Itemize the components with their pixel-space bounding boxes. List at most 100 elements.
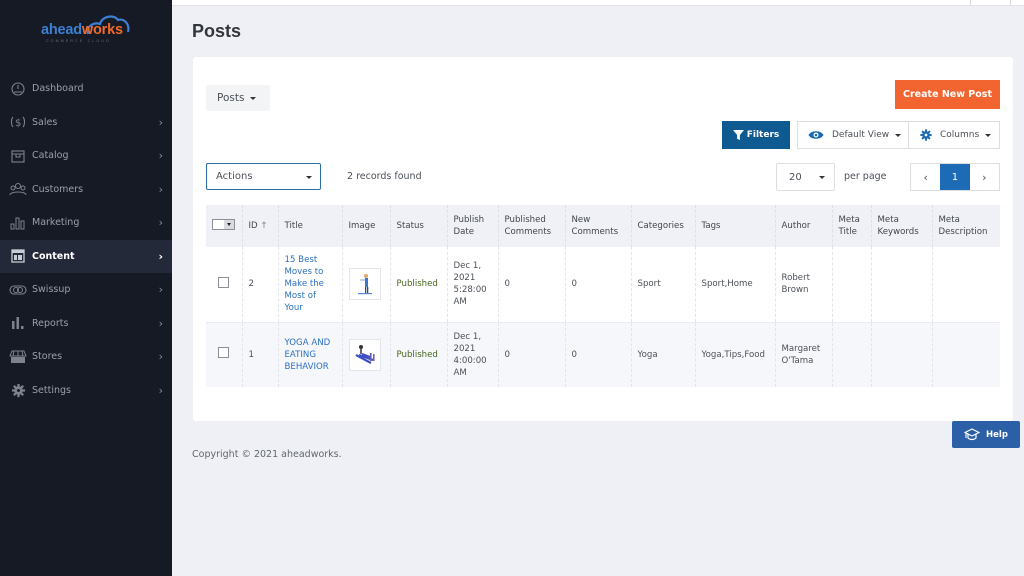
chevron-right-icon: › xyxy=(158,316,163,330)
sidebar-item-dashboard[interactable]: Dashboard xyxy=(0,72,172,106)
dollar-icon: $ xyxy=(9,113,27,131)
chevron-right-icon: › xyxy=(158,115,163,129)
cell-new-comments: 0 xyxy=(564,247,631,322)
filters-button[interactable]: Filters xyxy=(722,121,790,149)
column-header-published-comments[interactable]: Published Comments xyxy=(497,205,565,247)
pagination: ‹ 1 › xyxy=(910,163,1000,191)
mass-actions-dropdown[interactable]: Actions xyxy=(206,163,321,190)
cell-tags: Sport,Home xyxy=(694,247,775,322)
header-divider xyxy=(1010,0,1011,5)
sidebar-item-label: Swissup xyxy=(32,284,71,296)
sidebar-item-label: Marketing xyxy=(32,217,80,229)
mass-select-checkbox[interactable] xyxy=(212,219,235,230)
post-title-link[interactable]: YOGA AND EATING BEHAVIOR xyxy=(285,338,331,372)
sidebar-item-content[interactable]: Content › xyxy=(0,239,172,273)
cell-author: Margaret O'Tama xyxy=(774,321,832,387)
caret-down-icon xyxy=(985,133,992,137)
table-row[interactable]: 2 15 Best Moves to Make the Most of Your… xyxy=(206,247,1000,322)
previous-page-button[interactable]: ‹ xyxy=(911,164,940,190)
sidebar-item-customers[interactable]: Customers › xyxy=(0,173,172,207)
row-select-checkbox[interactable] xyxy=(218,276,230,288)
eye-icon xyxy=(808,131,824,139)
posts-grid-card: Posts Create New Post Filters Default Vi… xyxy=(193,57,1013,421)
per-page-select[interactable]: 20 xyxy=(776,163,835,191)
table-row[interactable]: 1 YOGA AND EATING BEHAVIOR Published Dec… xyxy=(206,321,1000,387)
sidebar-item-settings[interactable]: Settings › xyxy=(0,374,172,408)
copyright-text: Copyright © 2021 aheadworks. xyxy=(192,449,342,460)
sidebar-item-label: Sales xyxy=(32,116,58,128)
column-header-image[interactable]: Image xyxy=(341,205,390,247)
column-header-author[interactable]: Author xyxy=(774,205,832,247)
grid-view-controls: Default View Columns xyxy=(797,121,1000,149)
chevron-right-icon: › xyxy=(158,283,163,296)
store-icon xyxy=(9,348,27,366)
columns-dropdown[interactable]: Columns xyxy=(909,122,999,148)
chevron-right-icon: › xyxy=(158,182,163,196)
sidebar-item-label: Reports xyxy=(32,317,69,329)
cell-new-comments: 0 xyxy=(564,321,631,387)
next-page-button[interactable]: › xyxy=(970,164,999,190)
current-page-input[interactable]: 1 xyxy=(940,164,970,190)
help-button[interactable]: Help xyxy=(952,421,1020,448)
column-header-new-comments[interactable]: New Comments xyxy=(564,205,631,247)
graduation-cap-icon xyxy=(964,428,981,441)
records-found-count: 2 records found xyxy=(347,171,422,182)
column-header-title[interactable]: Title xyxy=(277,205,342,247)
cell-id: 2 xyxy=(241,247,278,322)
filter-icon xyxy=(732,129,744,140)
column-header-status[interactable]: Status xyxy=(389,205,447,247)
layout-icon xyxy=(9,247,27,265)
cell-author: Robert Brown xyxy=(774,247,832,322)
sidebar-item-marketing[interactable]: Marketing › xyxy=(0,206,172,240)
column-header-meta-title[interactable]: Meta Title xyxy=(831,205,871,247)
cell-meta-title xyxy=(831,247,871,322)
post-title-link[interactable]: 15 Best Moves to Make the Most of Your xyxy=(285,255,324,313)
box-icon xyxy=(9,147,27,165)
column-header-meta-description[interactable]: Meta Description xyxy=(931,205,1000,247)
default-view-dropdown[interactable]: Default View xyxy=(798,122,909,148)
cell-publish-date: Dec 1, 2021 4:00:00 AM xyxy=(446,321,498,387)
sidebar-item-label: Stores xyxy=(32,351,63,363)
yoga-thumbnail-image xyxy=(348,338,381,371)
row-select-checkbox[interactable] xyxy=(218,347,230,359)
top-header-bar xyxy=(172,0,1024,6)
caret-down-icon xyxy=(819,176,825,179)
sidebar-item-catalog[interactable]: Catalog › xyxy=(0,139,172,173)
status-badge: Published xyxy=(396,349,438,360)
chevron-right-icon: › xyxy=(158,350,163,363)
per-page-label: per page xyxy=(844,171,887,182)
sidebar-item-label: Customers xyxy=(32,183,84,195)
chevron-right-icon: › xyxy=(158,216,163,229)
svg-text:$: $ xyxy=(15,118,21,129)
header-divider xyxy=(970,0,971,5)
cell-meta-keywords xyxy=(870,321,932,387)
create-new-post-button[interactable]: Create New Post xyxy=(895,80,1000,109)
column-header-categories[interactable]: Categories xyxy=(630,205,695,247)
caret-down-icon xyxy=(250,96,257,100)
sidebar-item-reports[interactable]: Reports › xyxy=(0,307,172,341)
column-header-meta-keywords[interactable]: Meta Keywords xyxy=(870,205,932,247)
fitness-thumbnail-image xyxy=(348,268,381,301)
cell-categories: Sport xyxy=(630,247,695,322)
aheadworks-logo[interactable]: aheadworks COMMERCE CLOUD xyxy=(40,12,132,43)
brand-name: aheadworks xyxy=(41,22,123,38)
caret-down-icon xyxy=(224,220,234,229)
mass-select-header xyxy=(206,205,242,247)
cell-tags: Yoga,Tips,Food xyxy=(694,321,775,387)
gear-icon xyxy=(920,129,932,141)
cell-meta-description xyxy=(931,321,1000,387)
column-header-id[interactable]: ID ↑ xyxy=(241,205,278,247)
cell-meta-title xyxy=(831,321,871,387)
table-header-row: ID ↑ Title Image Status Publish Date Pub… xyxy=(206,205,1000,247)
sidebar-item-swissup[interactable]: Swissup › xyxy=(0,273,172,307)
cell-published-comments: 0 xyxy=(497,321,565,387)
cell-categories: Yoga xyxy=(630,321,695,387)
reports-icon xyxy=(9,314,27,332)
cell-publish-date: Dec 1, 2021 5:28:00 AM xyxy=(446,247,498,322)
column-header-tags[interactable]: Tags xyxy=(694,205,775,247)
column-header-publish-date[interactable]: Publish Date xyxy=(446,205,498,247)
sidebar-item-stores[interactable]: Stores › xyxy=(0,340,172,374)
sidebar-item-sales[interactable]: $ Sales › xyxy=(0,106,172,140)
posts-view-switcher[interactable]: Posts xyxy=(206,85,270,111)
dashboard-icon xyxy=(9,80,27,98)
